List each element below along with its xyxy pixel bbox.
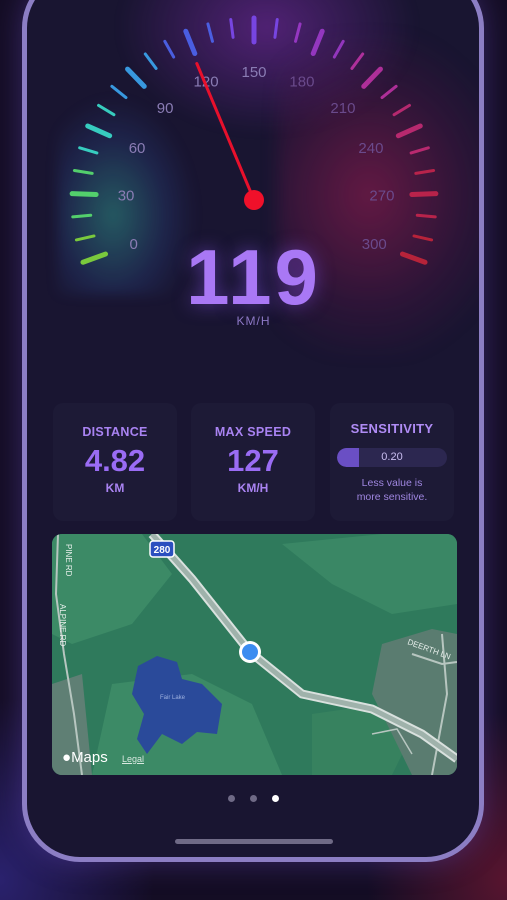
highway-shield-label: 280 [154, 545, 171, 556]
gauge-major-tick [310, 28, 325, 57]
current-speed-unit: KM/H [236, 314, 271, 328]
sensitivity-slider[interactable]: 0.20 [337, 448, 447, 467]
gauge-label-60: 60 [129, 140, 146, 157]
sensitivity-hint-line1: Less value is [361, 477, 423, 489]
gauge-minor-tick [163, 39, 176, 59]
gauge-minor-tick [332, 39, 345, 59]
sensitivity-hint-line2: more sensitive. [356, 491, 428, 503]
gauge-major-tick [409, 191, 439, 197]
page-indicator[interactable] [0, 787, 507, 806]
page-dot-1[interactable] [227, 795, 235, 802]
current-speed-value: 119 [186, 233, 321, 321]
gauge-major-tick [69, 191, 99, 197]
gauge-scale-labels: 0306090120150180210240270300 [118, 64, 395, 253]
speed-needle [195, 61, 256, 202]
gauge-major-tick [361, 66, 383, 89]
max-speed-card: MAX SPEED 127 KM/H [191, 403, 315, 521]
sensitivity-card: SENSITIVITY 0.20 Less value is more sens… [330, 403, 454, 521]
gauge-minor-tick [97, 103, 116, 117]
map-legal-link[interactable]: Legal [122, 754, 144, 764]
page-dot-2[interactable] [250, 795, 257, 802]
gauge-minor-tick [72, 168, 94, 175]
gauge-label-150: 150 [241, 64, 266, 81]
road-label-alpine: ALPINE RD [58, 604, 67, 646]
max-speed-unit: KM/H [237, 481, 269, 495]
gauge-minor-tick [380, 84, 398, 100]
speedometer-gauge: 0306090120150180210240270300 [69, 15, 439, 265]
gauge-minor-tick [294, 22, 302, 43]
max-speed-value: 127 [227, 443, 279, 478]
sensitivity-hint: Less value is more sensitive. [330, 476, 454, 504]
distance-unit: KM [105, 481, 125, 495]
lake-label: Fair Lake [160, 695, 186, 701]
gauge-minor-tick [110, 84, 128, 100]
sensitivity-value: 0.20 [381, 451, 403, 463]
gauge-major-tick [125, 66, 147, 89]
gauge-label-270: 270 [369, 188, 394, 205]
gauge-label-240: 240 [358, 140, 383, 157]
distance-value: 4.82 [84, 443, 146, 478]
gauge-minor-tick [415, 213, 437, 219]
map-view[interactable]: 280 PINE RD ALPINE RD DEERTH LN Fair Lak… [52, 534, 457, 775]
gauge-major-tick [85, 123, 113, 139]
gauge-label-90: 90 [157, 100, 174, 117]
max-speed-label: MAX SPEED [214, 425, 292, 439]
gauge-minor-tick [78, 146, 99, 155]
gauge-label-180: 180 [289, 73, 314, 90]
apple-logo-icon: ● [62, 749, 72, 766]
distance-label: DISTANCE [82, 425, 148, 439]
gauge-major-tick [183, 28, 198, 57]
home-indicator[interactable] [175, 839, 333, 844]
maps-brand-label: Maps [71, 749, 108, 766]
gauge-minor-tick [143, 52, 158, 70]
gauge-minor-tick [392, 103, 411, 117]
current-location-icon [242, 644, 258, 660]
maps-brand: ●Maps [62, 749, 108, 766]
gauge-minor-tick [206, 22, 214, 43]
gauge-minor-tick [273, 17, 279, 39]
gauge-minor-tick [414, 168, 436, 175]
road-label-pine: PINE RD [64, 544, 73, 577]
gauge-minor-tick [71, 213, 93, 219]
map-canvas: 280 PINE RD ALPINE RD DEERTH LN Fair Lak… [52, 534, 457, 775]
needle-hub [244, 190, 264, 210]
distance-card: DISTANCE 4.82 KM [53, 403, 177, 521]
gauge-minor-tick [350, 52, 365, 70]
sensitivity-label: SENSITIVITY [350, 421, 434, 436]
gauge-minor-tick [229, 17, 235, 39]
gauge-major-tick [395, 123, 423, 139]
gauge-label-210: 210 [330, 100, 355, 117]
gauge-minor-tick [409, 146, 430, 155]
page-dot-3[interactable] [272, 795, 280, 802]
gauge-label-30: 30 [118, 188, 135, 205]
